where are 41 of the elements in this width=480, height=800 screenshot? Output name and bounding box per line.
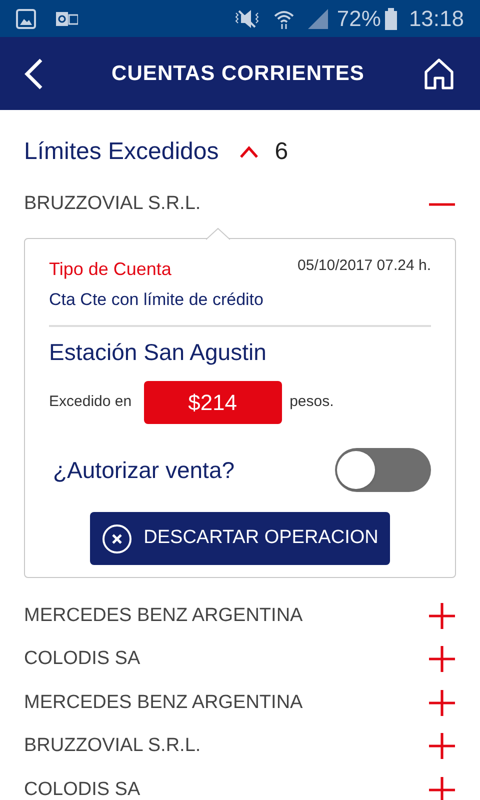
- expand-toggle[interactable]: [428, 602, 456, 630]
- account-type-value: Cta Cte con límite de crédito: [49, 289, 264, 311]
- battery-percentage: 72%: [336, 5, 381, 33]
- chevron-icon: [238, 145, 259, 159]
- plus-icon: [428, 645, 456, 674]
- signal-icon: [306, 8, 329, 30]
- company-name[interactable]: MERCEDES BENZ ARGENTINA: [24, 688, 303, 717]
- section-title: Límites Excedidos: [24, 137, 219, 167]
- plus-icon: [428, 732, 456, 760]
- exceeded-label: Excedido en: [49, 392, 132, 412]
- gallery-icon: [16, 8, 36, 28]
- mail-app-icon: [56, 10, 78, 28]
- expand-toggle[interactable]: [428, 645, 456, 674]
- authorize-label: ¿Autorizar venta?: [53, 456, 235, 485]
- minus-icon: [429, 202, 455, 206]
- company-name[interactable]: COLODIS SA: [24, 776, 140, 800]
- date-text: 05/10/2017 07.24 h.: [298, 256, 431, 276]
- count-text: 6: [274, 137, 288, 167]
- station-name: Estación San Agustin: [49, 338, 268, 367]
- expand-toggle[interactable]: [428, 776, 456, 800]
- company-name[interactable]: BRUZZOVIAL S.R.L.: [24, 190, 201, 218]
- header-title: CUENTAS CORRIENTES: [110, 60, 366, 87]
- back-icon: [24, 58, 44, 90]
- expand-toggle[interactable]: [428, 732, 456, 760]
- company-name[interactable]: MERCEDES BENZ ARGENTINA: [24, 602, 303, 630]
- discard-button[interactable]: DESCARTAR OPERACION: [90, 512, 390, 565]
- plus-icon: [428, 602, 456, 630]
- company-name[interactable]: COLODIS SA: [24, 645, 140, 674]
- company-name[interactable]: BRUZZOVIAL S.R.L.: [24, 732, 201, 760]
- mute-icon: [232, 8, 261, 30]
- expand-toggle[interactable]: [428, 688, 456, 717]
- currency-label: pesos.: [290, 392, 334, 412]
- authorize-toggle[interactable]: [335, 448, 431, 492]
- home-icon: [424, 58, 454, 90]
- plus-icon: [428, 688, 456, 717]
- amount-badge: $214: [144, 381, 282, 424]
- plus-icon: [428, 776, 456, 800]
- close-icon: [102, 524, 132, 554]
- clock-time: 13:18: [408, 5, 464, 33]
- battery-icon: [384, 8, 397, 30]
- account-type-label: Tipo de Cuenta: [49, 258, 172, 281]
